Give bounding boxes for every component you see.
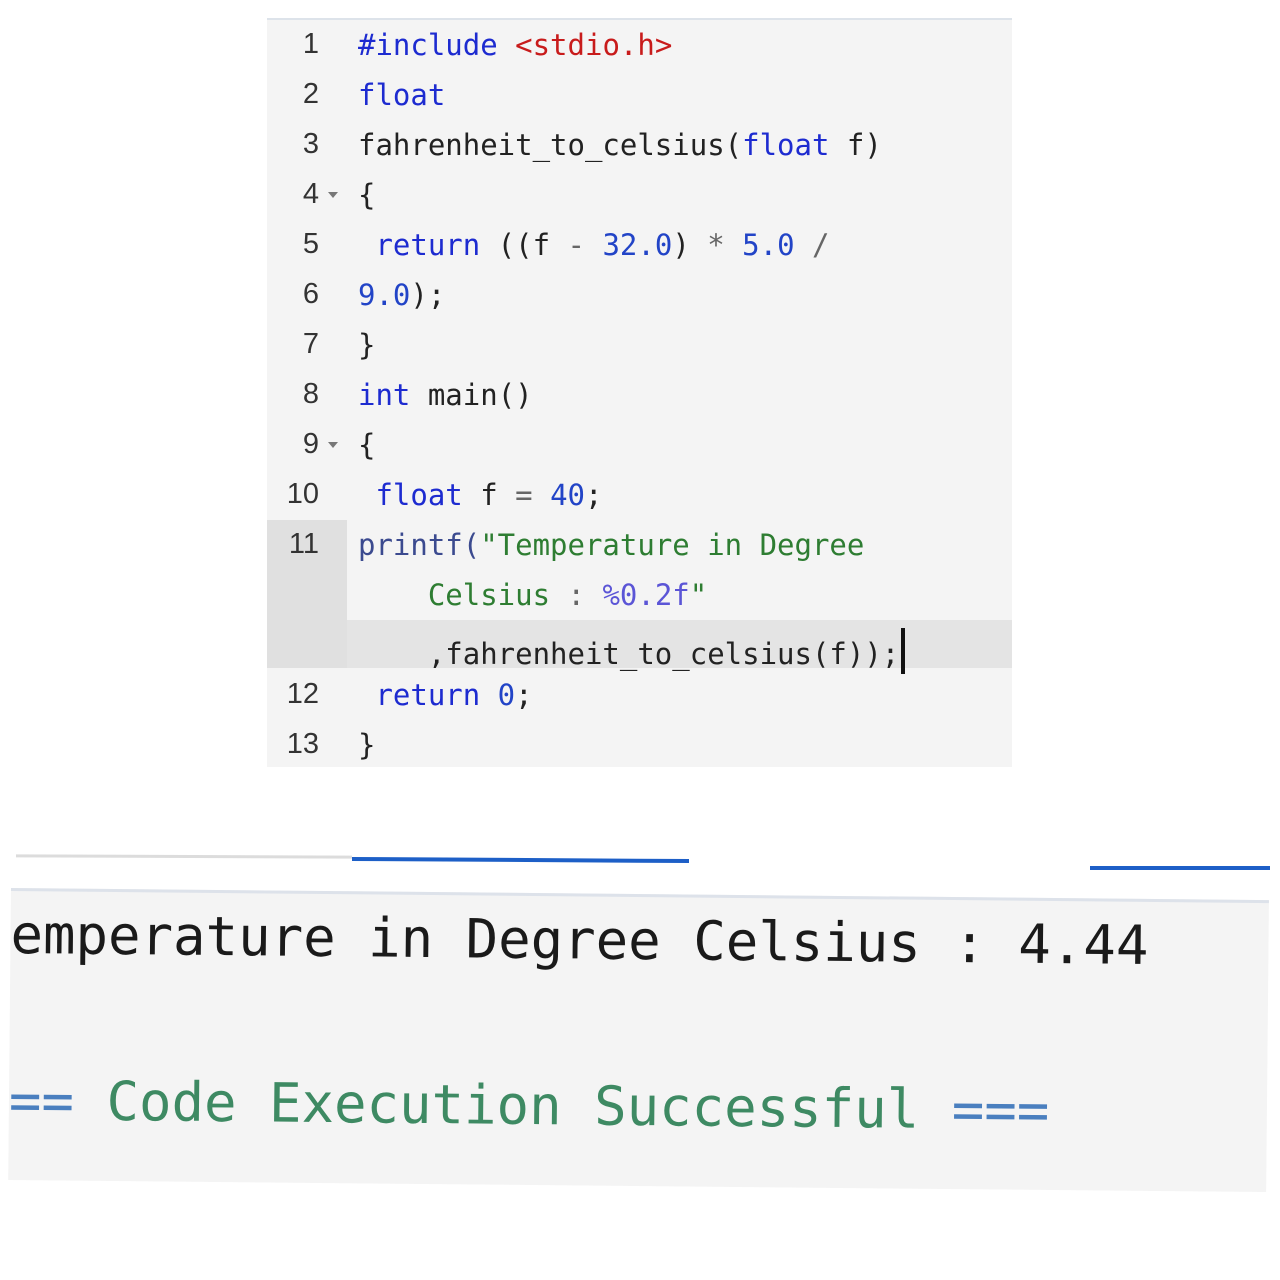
line-number: 7 <box>302 328 319 360</box>
line-number: 6 <box>302 278 319 310</box>
code-token: main() <box>410 378 533 412</box>
code-token: return <box>358 228 481 262</box>
code-token: ; <box>585 478 603 512</box>
code-token: ((f <box>480 228 568 262</box>
code-token: ; <box>515 678 533 712</box>
code-token: f <box>462 478 516 512</box>
line-number: 10 <box>286 478 319 510</box>
tab-indicator <box>1090 866 1270 870</box>
code-text[interactable]: #include <stdio.h> <box>358 28 672 62</box>
status-prefix: == <box>8 1068 75 1133</box>
code-token: ); <box>410 278 446 312</box>
code-text[interactable]: float <box>358 78 445 112</box>
code-token: " <box>689 578 708 612</box>
execution-status: == Code Execution Successful === <box>9 1069 1050 1142</box>
code-token: fahrenheit_to_celsius( <box>358 128 743 162</box>
code-text[interactable]: float f = 40; <box>358 478 602 512</box>
code-token: : <box>567 578 585 612</box>
code-text[interactable]: { <box>358 428 375 462</box>
code-text[interactable]: fahrenheit_to_celsius(float f) <box>358 128 882 162</box>
code-text[interactable]: 9.0); <box>358 278 445 312</box>
line-number: 5 <box>302 228 319 260</box>
code-token: "Temperature in Degree <box>480 528 865 562</box>
code-token: 0 <box>480 678 516 712</box>
code-token: 5.0 <box>724 228 813 262</box>
code-token: 40 <box>532 478 586 512</box>
code-token: - <box>567 228 585 262</box>
line-number: 13 <box>286 728 319 760</box>
code-token: float <box>358 478 463 512</box>
code-token: <stdio.h> <box>515 28 673 62</box>
code-text[interactable]: Celsius : %0.2f" <box>358 578 707 612</box>
code-token: / <box>812 228 830 262</box>
program-output: emperature in Degree Celsius : 4.44 <box>10 902 1149 977</box>
code-token: return <box>358 678 481 712</box>
code-token: = <box>515 478 533 512</box>
divider <box>15 854 353 859</box>
code-token: 32.0 <box>585 228 673 262</box>
code-token: ) <box>672 228 708 262</box>
line-number: 1 <box>302 28 319 60</box>
code-text[interactable]: printf("Temperature in Degree <box>358 528 864 562</box>
line-number: 12 <box>286 678 319 710</box>
code-token: %0.2f <box>584 578 690 612</box>
code-token: int <box>358 378 411 412</box>
code-text[interactable]: int main() <box>358 378 533 412</box>
code-token: float <box>742 128 830 162</box>
text-cursor <box>901 628 906 674</box>
fold-arrow-icon[interactable] <box>328 442 338 448</box>
code-token: 9.0 <box>358 278 411 312</box>
code-text[interactable]: ,fahrenheit_to_celsius(f)); <box>358 628 906 674</box>
code-editor[interactable]: 1 #include <stdio.h> 2 float 3 fahrenhei… <box>267 18 1012 767</box>
line-number: 9 <box>302 428 319 460</box>
fold-arrow-icon[interactable] <box>328 192 338 198</box>
code-token: Celsius <box>358 578 568 612</box>
code-token: } <box>358 728 376 762</box>
code-token: } <box>358 328 376 362</box>
code-text[interactable]: return ((f - 32.0) * 5.0 / <box>358 228 829 262</box>
code-text[interactable]: { <box>358 178 375 212</box>
code-token: * <box>707 228 725 262</box>
line-number: 3 <box>302 128 319 160</box>
code-token: ,fahrenheit_to_celsius(f)); <box>358 637 900 671</box>
code-token: printf( <box>358 528 481 562</box>
code-token: float <box>358 78 446 112</box>
line-number: 11 <box>288 528 319 560</box>
line-number: 2 <box>302 78 319 110</box>
code-text[interactable]: } <box>358 728 375 762</box>
code-text[interactable]: return 0; <box>358 678 533 712</box>
output-console: emperature in Degree Celsius : 4.44 == C… <box>8 888 1269 1193</box>
code-token: f) <box>829 128 882 162</box>
code-token: { <box>358 178 376 212</box>
status-text: Code Execution Successful <box>73 1069 953 1142</box>
code-token: #include <box>358 28 516 62</box>
line-number: 4 <box>302 178 319 210</box>
code-text[interactable]: } <box>358 328 375 362</box>
active-tab-indicator <box>351 856 690 864</box>
line-number: 8 <box>302 378 319 410</box>
status-suffix: === <box>951 1078 1050 1142</box>
code-token: { <box>358 428 376 462</box>
